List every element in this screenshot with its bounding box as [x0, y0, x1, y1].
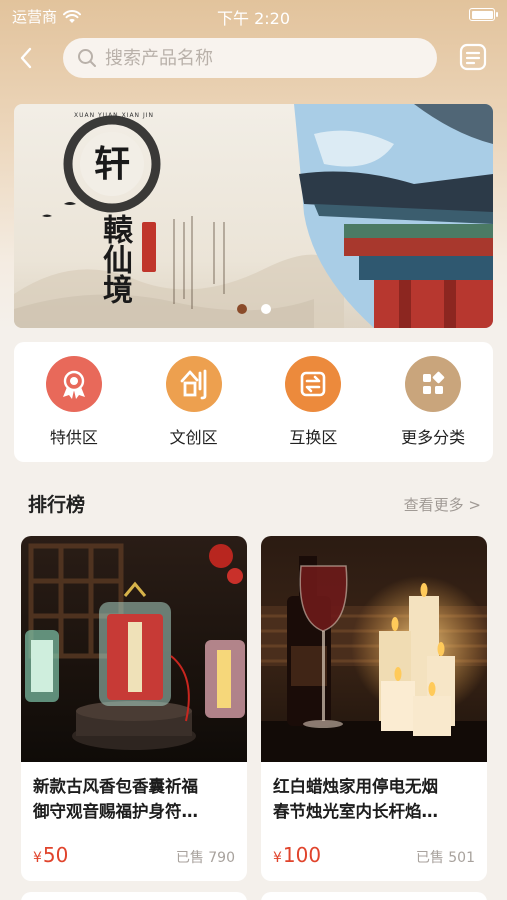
category-more[interactable]: 更多分类 — [373, 342, 493, 462]
product-title: 红白蜡烛家用停电无烟 春节烛光室内长杆焰… — [261, 762, 487, 824]
sold-count: 已售 790 — [175, 850, 235, 866]
promo-banner[interactable]: 轩 XUAN YUAN XIAN JIN 轅仙境 — [14, 104, 493, 328]
product-card[interactable]: 红白蜡烛家用停电无烟 春节烛光室内长杆焰… ¥100 已售 501 — [261, 536, 487, 881]
pagination-dot-active[interactable] — [236, 304, 247, 314]
banner-emblem-char: 轩 — [93, 143, 130, 185]
list-menu-button[interactable] — [458, 42, 488, 72]
exchange-arrows-icon — [285, 356, 342, 412]
banner-artwork — [14, 104, 493, 328]
category-special-supply[interactable]: 特供区 — [14, 342, 134, 462]
banner-brand-name: 轅仙境 — [97, 214, 132, 304]
category-label: 文创区 — [169, 428, 218, 447]
category-exchange[interactable]: 互换区 — [254, 342, 374, 462]
banner-emblem-pinyin: XUAN YUAN XIAN JIN — [74, 112, 154, 119]
banner-pagination — [14, 304, 493, 314]
product-title: 新款古风香包香囊祈福 御守观音赐福护身符… — [21, 762, 247, 824]
product-title-line: 御守观音赐福护身符… — [33, 802, 198, 821]
price-row: ¥100 已售 501 — [273, 843, 475, 867]
product-title-line: 新款古风香包香囊祈福 — [33, 777, 198, 796]
status-bar: 运营商 下午 2:20 — [0, 0, 507, 30]
category-label: 特供区 — [49, 428, 98, 447]
back-button[interactable] — [12, 44, 40, 72]
sold-count: 已售 501 — [415, 850, 475, 866]
category-label: 更多分类 — [401, 428, 466, 447]
category-cultural-creative[interactable]: 文创区 — [134, 342, 254, 462]
battery-icon — [469, 8, 498, 21]
nav-bar — [0, 36, 507, 80]
category-nav: 特供区 文创区 互换区 更多分类 — [14, 342, 493, 462]
search-bar[interactable] — [63, 38, 437, 78]
price-row: ¥50 已售 790 — [33, 843, 235, 867]
pagination-dot[interactable] — [260, 304, 271, 314]
see-more-link[interactable]: 查看更多 > — [404, 494, 481, 515]
product-title-line: 春节烛光室内长杆焰… — [273, 802, 438, 821]
product-card[interactable]: 新款古风香包香囊祈福 御守观音赐福护身符… ¥50 已售 790 — [21, 536, 247, 881]
ranking-title: 排行榜 — [28, 494, 86, 516]
document-list-icon — [459, 43, 487, 71]
product-image-candles — [261, 536, 487, 762]
search-icon — [78, 49, 96, 67]
product-image-sachet — [21, 536, 247, 762]
product-price: ¥100 — [273, 843, 322, 867]
search-input[interactable] — [105, 47, 405, 69]
category-label: 互换区 — [289, 428, 338, 447]
grid-more-icon — [405, 356, 462, 412]
chuang-character-icon — [165, 356, 222, 412]
product-card-partial[interactable] — [21, 892, 247, 900]
product-price: ¥50 — [33, 843, 69, 867]
status-time: 下午 2:20 — [216, 9, 291, 28]
product-card-partial[interactable] — [261, 892, 487, 900]
product-title-line: 红白蜡烛家用停电无烟 — [273, 777, 438, 796]
award-ribbon-icon — [45, 356, 102, 412]
chevron-left-icon — [20, 47, 32, 69]
